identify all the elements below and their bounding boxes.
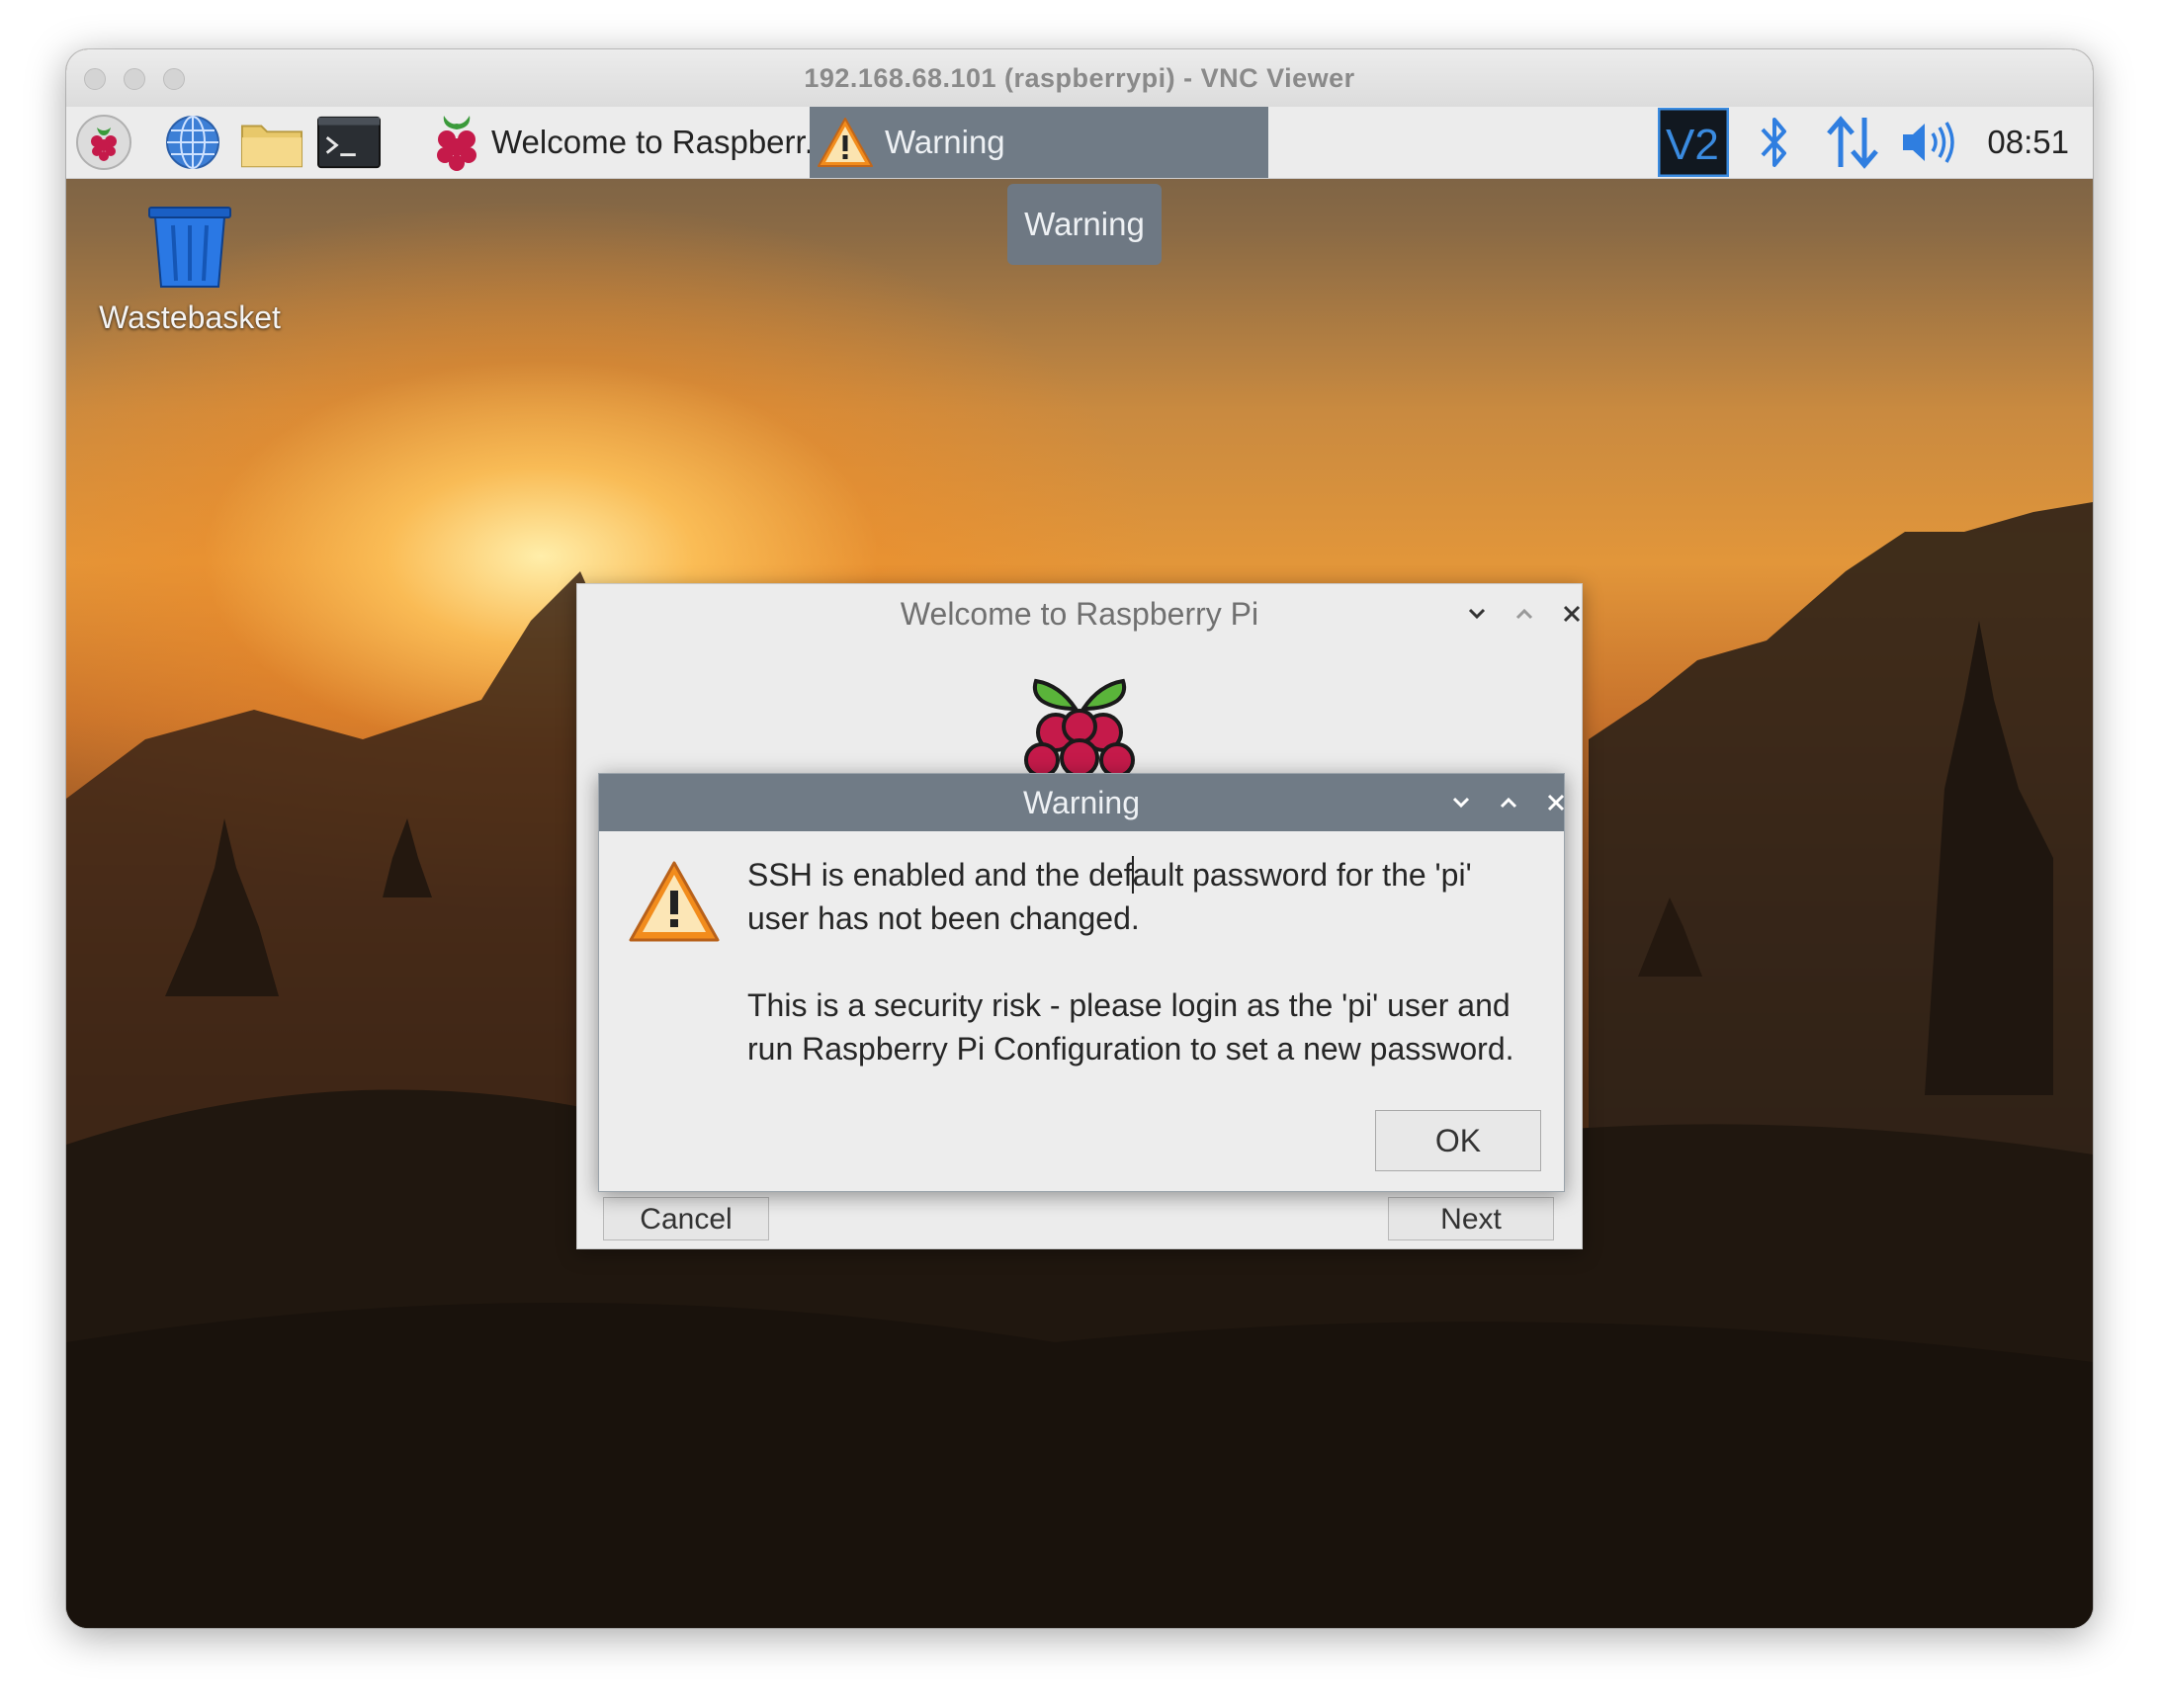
warning-message-line1: SSH is enabled and the default password … bbox=[747, 856, 1472, 936]
warning-maximize-button[interactable] bbox=[1493, 787, 1524, 818]
chevron-up-icon bbox=[1500, 797, 1517, 809]
warning-titlebar[interactable]: Warning bbox=[599, 774, 1565, 831]
chevron-down-icon bbox=[1452, 797, 1470, 809]
chevron-down-icon bbox=[1468, 608, 1486, 620]
vnc-tray-button[interactable]: V2 bbox=[1658, 107, 1729, 178]
web-browser-button[interactable] bbox=[161, 115, 224, 170]
file-manager-button[interactable] bbox=[240, 115, 303, 170]
welcome-maximize-button[interactable] bbox=[1509, 598, 1540, 630]
terminal-icon bbox=[317, 116, 381, 169]
desktop-icon-wastebasket[interactable]: Wastebasket bbox=[86, 206, 294, 336]
task-tooltip: Warning bbox=[1007, 184, 1162, 265]
welcome-title: Welcome to Raspberry Pi bbox=[900, 596, 1259, 632]
pi-desktop: Welcome to Raspberr... Warning Warning V… bbox=[66, 107, 2093, 1628]
raspberry-menu-button[interactable] bbox=[72, 115, 135, 170]
wastebasket-icon bbox=[148, 207, 231, 288]
task-welcome-to-raspberry-pi[interactable]: Welcome to Raspberr... bbox=[410, 107, 877, 178]
task-warning[interactable]: Warning bbox=[810, 107, 1268, 178]
welcome-minimize-button[interactable] bbox=[1461, 598, 1493, 630]
cancel-button[interactable]: Cancel bbox=[603, 1197, 769, 1240]
next-button[interactable]: Next bbox=[1388, 1197, 1554, 1240]
task-label: Welcome to Raspberr... bbox=[491, 124, 832, 160]
network-tray-button[interactable] bbox=[1822, 107, 1883, 178]
bluetooth-tray-button[interactable] bbox=[1747, 107, 1802, 178]
warning-icon bbox=[818, 118, 873, 167]
vnc-icon: V2 bbox=[1658, 108, 1729, 177]
close-icon bbox=[1547, 794, 1565, 811]
welcome-titlebar[interactable]: Welcome to Raspberry Pi bbox=[577, 584, 1582, 643]
svg-text:V2: V2 bbox=[1666, 121, 1719, 169]
mac-titlebar: 192.168.68.101 (raspberrypi) - VNC Viewe… bbox=[66, 49, 2093, 108]
window-title: 192.168.68.101 (raspberrypi) - VNC Viewe… bbox=[804, 63, 1355, 93]
desktop-icon-label: Wastebasket bbox=[99, 299, 281, 335]
raspberry-icon bbox=[76, 115, 131, 170]
raspberry-icon bbox=[437, 116, 476, 171]
folder-icon bbox=[240, 125, 303, 168]
warning-dialog: Warning SSH is enabled and the default p… bbox=[598, 773, 1565, 1192]
close-icon bbox=[1563, 605, 1581, 623]
ok-button[interactable]: OK bbox=[1375, 1110, 1541, 1171]
warning-icon bbox=[629, 861, 720, 942]
terminal-button[interactable] bbox=[317, 115, 381, 170]
warning-message-line2: This is a security risk - please login a… bbox=[747, 987, 1514, 1067]
volume-tray-button[interactable] bbox=[1897, 107, 1960, 178]
warning-message: SSH is enabled and the default password … bbox=[747, 853, 1538, 1114]
task-label: Warning bbox=[885, 124, 1005, 160]
bluetooth-icon bbox=[1761, 118, 1786, 167]
welcome-close-button[interactable] bbox=[1556, 598, 1588, 630]
volume-icon bbox=[1903, 122, 1954, 163]
taskbar-clock: 08:51 bbox=[1987, 124, 2069, 160]
warning-title: Warning bbox=[1023, 785, 1140, 820]
globe-icon bbox=[166, 116, 219, 169]
taskbar: Welcome to Raspberr... Warning Warning V… bbox=[66, 107, 2093, 265]
vnc-viewer-window: 192.168.68.101 (raspberrypi) - VNC Viewe… bbox=[66, 49, 2093, 1628]
network-icon bbox=[1827, 116, 1878, 169]
warning-close-button[interactable] bbox=[1540, 787, 1572, 818]
chevron-up-icon bbox=[1515, 608, 1533, 620]
raspberry-pi-logo bbox=[1024, 678, 1135, 774]
warning-minimize-button[interactable] bbox=[1445, 787, 1477, 818]
